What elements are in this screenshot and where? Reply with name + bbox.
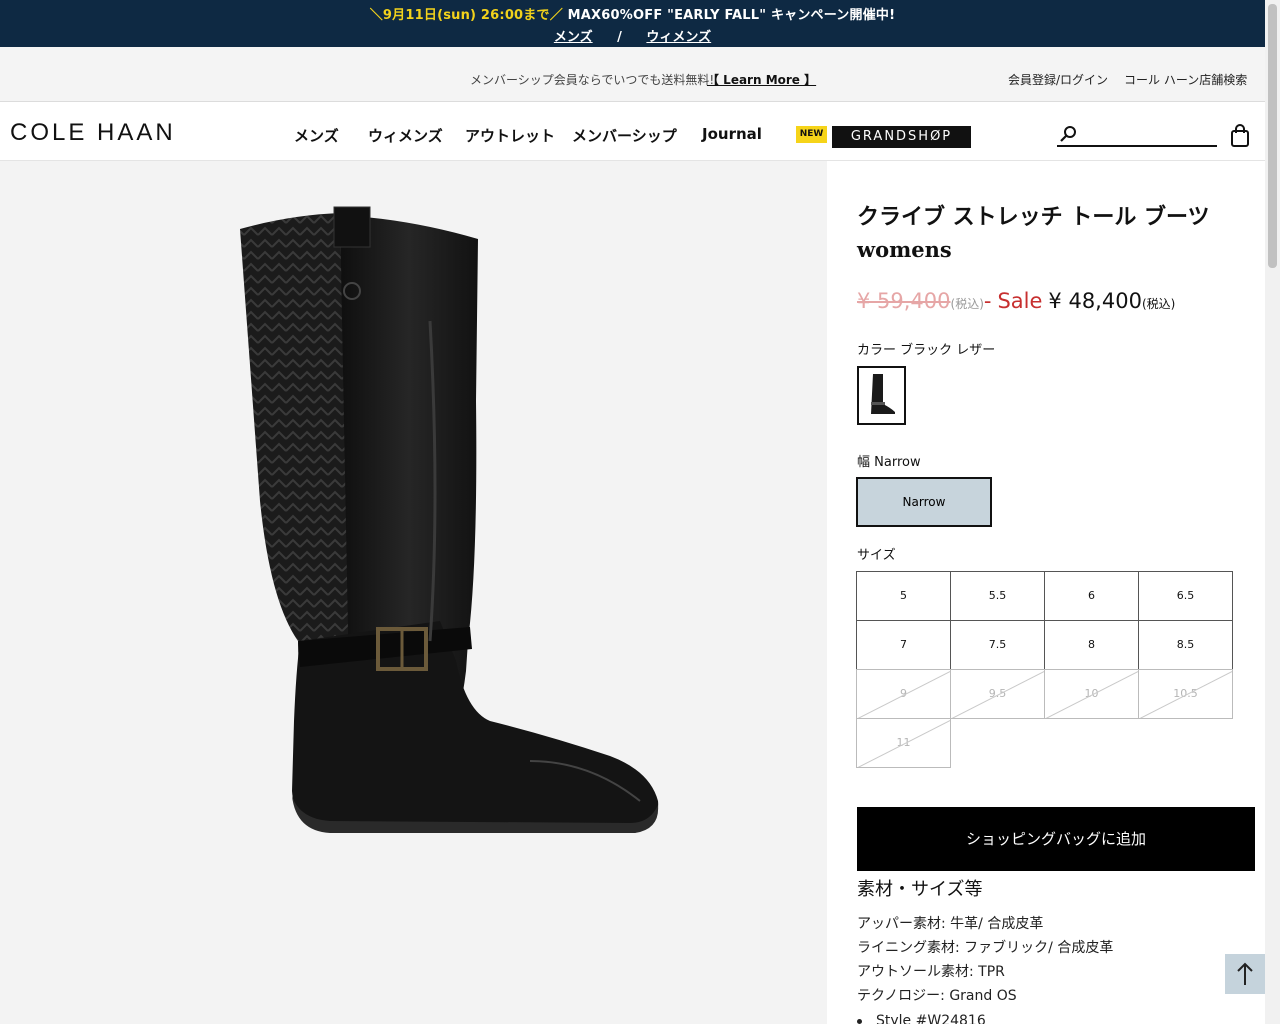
- sale-price: ¥ 48,400: [1048, 289, 1142, 313]
- size-option: 10.5: [1138, 669, 1233, 719]
- style-number-text: Style #W24816: [876, 1013, 986, 1024]
- main-nav: COLE HAAN メンズ ウィメンズ アウトレット メンバーシップ Journ…: [0, 102, 1265, 161]
- size-option[interactable]: 8.5: [1138, 620, 1233, 670]
- search-icon[interactable]: [1059, 125, 1077, 143]
- search-box: [1057, 123, 1217, 147]
- product-title: クライブ ストレッチ トール ブーツ: [857, 205, 1210, 230]
- add-to-bag-button[interactable]: ショッピングバッグに追加: [857, 807, 1255, 871]
- product-image-area: [0, 161, 827, 1024]
- promo-banner: ＼9月11日(sun) 26:00まで／ MAX60%OFF "EARLY FA…: [0, 0, 1265, 47]
- promo-separator: /: [617, 30, 622, 45]
- size-option: 9.5: [950, 669, 1045, 719]
- size-label: サイズ: [857, 548, 896, 563]
- size-option: 11: [856, 718, 951, 768]
- nav-item-membership[interactable]: メンバーシップ: [572, 125, 677, 146]
- grandshop-link[interactable]: GRANDSHØP: [832, 126, 971, 148]
- nav-item-womens[interactable]: ウィメンズ: [368, 125, 443, 146]
- page-scrollbar[interactable]: [1265, 0, 1280, 1024]
- scrollbar-thumb[interactable]: [1268, 4, 1277, 268]
- sale-price-tax: (税込): [1141, 297, 1176, 311]
- original-price: ¥ 59,400: [857, 289, 951, 313]
- nav-item-journal[interactable]: Journal: [702, 125, 762, 143]
- swatch-boot-icon: [871, 374, 895, 414]
- width-label: 幅 Narrow: [857, 455, 921, 470]
- arrow-up-icon: [1237, 962, 1253, 985]
- login-link[interactable]: 会員登録/ログイン: [1008, 71, 1108, 88]
- back-to-top-button[interactable]: [1225, 954, 1265, 994]
- size-option[interactable]: 5.5: [950, 571, 1045, 621]
- size-option[interactable]: 6.5: [1138, 571, 1233, 621]
- color-swatch-black-leather[interactable]: [857, 366, 906, 425]
- spec-outsole: アウトソール素材: TPR: [857, 964, 1005, 980]
- product-gender: womens: [857, 237, 952, 262]
- nav-item-mens[interactable]: メンズ: [294, 125, 339, 146]
- width-option-narrow[interactable]: Narrow: [856, 477, 992, 527]
- size-option[interactable]: 6: [1044, 571, 1139, 621]
- size-option[interactable]: 7: [856, 620, 951, 670]
- spec-lining: ライニング素材: ファブリック/ 合成皮革: [857, 940, 1114, 956]
- boot-image[interactable]: [230, 201, 670, 841]
- size-option: 9: [856, 669, 951, 719]
- brand-logo[interactable]: COLE HAAN: [10, 119, 176, 147]
- spec-upper: アッパー素材: 牛革/ 合成皮革: [857, 916, 1044, 932]
- utility-bar: メンバーシップ会員ならでいつでも送料無料! 【 Learn More 】 会員登…: [0, 47, 1265, 102]
- promo-link-womens[interactable]: ウィメンズ: [646, 30, 711, 45]
- size-option: 10: [1044, 669, 1139, 719]
- size-option[interactable]: 7.5: [950, 620, 1045, 670]
- product-detail-panel: クライブ ストレッチ トール ブーツ womens ¥ 59,400(税込)- S…: [827, 161, 1265, 1024]
- promo-highlight: ＼9月11日(sun) 26:00まで／: [369, 8, 563, 23]
- bullet-dot: [857, 1018, 862, 1024]
- promo-links: メンズ / ウィメンズ: [0, 26, 1265, 45]
- promo-link-mens[interactable]: メンズ: [554, 30, 593, 45]
- color-label: カラー ブラック レザー: [857, 343, 996, 358]
- promo-headline: ＼9月11日(sun) 26:00まで／ MAX60%OFF "EARLY FA…: [0, 4, 1265, 23]
- price-dash: -: [983, 289, 992, 313]
- size-option[interactable]: 8: [1044, 620, 1139, 670]
- sale-label: Sale: [997, 289, 1043, 313]
- free-shipping-text: メンバーシップ会員ならでいつでも送料無料!: [470, 73, 715, 87]
- price-row: ¥ 59,400(税込)- Sale ¥ 48,400(税込): [857, 289, 1175, 313]
- new-badge: NEW: [796, 126, 827, 143]
- learn-more-link[interactable]: 【 Learn More 】: [707, 71, 816, 88]
- size-option[interactable]: 5: [856, 571, 951, 621]
- shopping-bag-icon[interactable]: [1230, 124, 1250, 148]
- spec-heading: 素材・サイズ等: [857, 879, 983, 900]
- search-input[interactable]: [1083, 123, 1213, 145]
- promo-text: MAX60%OFF "EARLY FALL" キャンペーン開催中!: [562, 8, 896, 23]
- store-search-link[interactable]: コール ハーン店舗検索: [1124, 71, 1247, 88]
- original-price-tax: (税込): [950, 297, 984, 311]
- nav-item-outlet[interactable]: アウトレット: [465, 125, 555, 146]
- spec-technology: テクノロジー: Grand OS: [857, 988, 1017, 1004]
- style-number: Style #W24816: [857, 1013, 986, 1024]
